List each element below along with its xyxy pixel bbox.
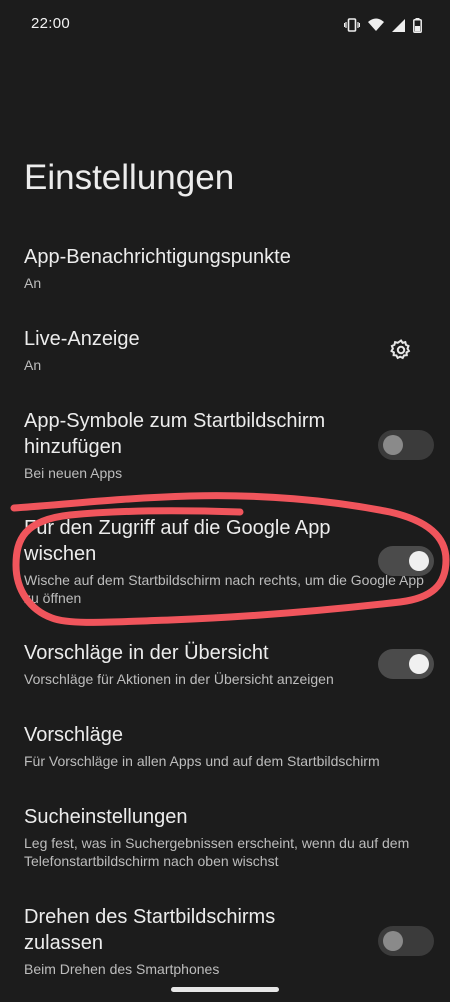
status-time: 22:00	[31, 15, 71, 32]
setting-title: Für den Zugriff auf die Google App wisch…	[24, 517, 331, 565]
home-rotation-toggle[interactable]	[378, 926, 434, 956]
setting-suggestions[interactable]: Vorschläge Für Vorschläge in allen Apps …	[24, 722, 450, 770]
setting-notification-dots[interactable]: App-Benachrichtigungspunkte An	[24, 244, 450, 292]
setting-title: Sucheinstellungen	[24, 806, 188, 828]
toggle-knob	[409, 654, 429, 674]
google-app-swipe-toggle[interactable]	[378, 546, 434, 576]
setting-subtitle: An	[24, 357, 42, 373]
setting-subtitle: An	[24, 275, 42, 291]
setting-search-settings[interactable]: Sucheinstellungen Leg fest, was in Suche…	[24, 804, 450, 870]
setting-title: Vorschläge	[24, 724, 123, 746]
setting-title: App-Benachrichtigungspunkte	[24, 246, 291, 268]
setting-title: App-Symbole zum Startbildschirm hinzufüg…	[24, 410, 326, 458]
system-icons	[344, 16, 422, 34]
page-title: Einstellungen	[24, 158, 235, 197]
signal-icon	[392, 18, 405, 32]
toggle-knob	[383, 435, 403, 455]
vibrate-icon	[344, 18, 360, 32]
toggle-knob	[383, 931, 403, 951]
wifi-icon	[368, 18, 384, 32]
status-bar: 22:00	[0, 0, 450, 50]
gear-icon[interactable]	[389, 338, 413, 362]
setting-title: Vorschläge in der Übersicht	[24, 642, 269, 664]
setting-subtitle: Vorschläge für Aktionen in der Übersicht…	[24, 671, 334, 687]
home-gesture-bar[interactable]	[171, 987, 279, 992]
battery-icon	[413, 17, 422, 33]
toggle-knob	[409, 551, 429, 571]
add-app-icons-toggle[interactable]	[378, 430, 434, 460]
setting-subtitle: Beim Drehen des Smartphones	[24, 961, 220, 977]
setting-title: Drehen des Startbildschirms zulassen	[24, 906, 276, 954]
overview-suggestions-toggle[interactable]	[378, 649, 434, 679]
setting-title: Live-Anzeige	[24, 328, 140, 350]
setting-subtitle: Wische auf dem Startbildschirm nach rech…	[24, 572, 424, 606]
setting-subtitle: Leg fest, was in Suchergebnissen erschei…	[24, 835, 410, 869]
setting-live-view[interactable]: Live-Anzeige An	[24, 326, 450, 374]
setting-subtitle: Für Vorschläge in allen Apps und auf dem…	[24, 753, 380, 769]
setting-subtitle: Bei neuen Apps	[24, 465, 123, 481]
